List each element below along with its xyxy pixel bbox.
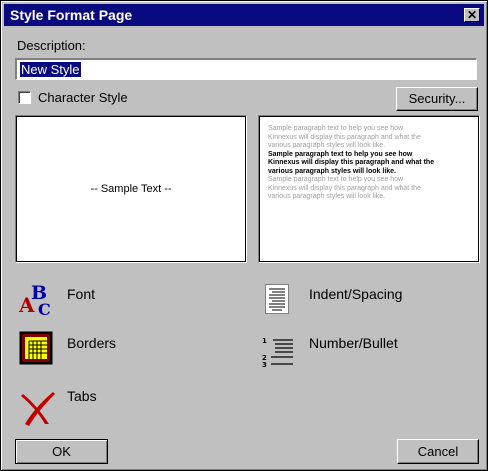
paragraph-line: Sample paragraph text to help you see ho… [268, 150, 413, 158]
paragraph-line: Sample paragraph text to help you see ho… [268, 125, 404, 132]
svg-text:1: 1 [262, 337, 267, 345]
borders-label[interactable]: Borders [67, 335, 116, 351]
font-abc-icon[interactable]: B A C [19, 281, 53, 317]
sample-text-preview: -- Sample Text -- [15, 115, 247, 263]
paragraph-line: various paragraph styles will look like. [268, 167, 396, 175]
font-label[interactable]: Font [67, 286, 95, 302]
paragraph-line: various paragraph styles will look like. [268, 142, 386, 149]
description-field[interactable]: New Style [15, 58, 477, 80]
paragraph-line: Kinnexus will display this paragraph and… [268, 184, 421, 192]
title-bar[interactable]: Style Format Page ✕ [4, 4, 484, 26]
description-label: Description: [17, 38, 86, 53]
window-title: Style Format Page [10, 7, 133, 23]
close-button[interactable]: ✕ [464, 8, 480, 22]
svg-text:C: C [38, 300, 51, 317]
svg-text:A: A [19, 293, 35, 317]
tabs-label[interactable]: Tabs [67, 388, 97, 404]
cancel-button[interactable]: Cancel [397, 439, 479, 464]
svg-text:3: 3 [262, 361, 267, 369]
paragraph-line: Kinnexus will display this paragraph and… [268, 133, 421, 141]
sample-text: -- Sample Text -- [90, 183, 172, 195]
indent-spacing-label[interactable]: Indent/Spacing [309, 286, 402, 302]
borders-icon[interactable] [19, 331, 53, 365]
character-style-checkbox[interactable] [18, 91, 31, 104]
paragraph-line: various paragraph styles will look like. [268, 193, 386, 200]
paragraph-preview: Sample paragraph text to help you see ho… [258, 115, 480, 263]
number-bullet-label[interactable]: Number/Bullet [309, 335, 398, 351]
indent-spacing-icon[interactable] [265, 284, 289, 314]
ok-button[interactable]: OK [15, 439, 108, 464]
security-button[interactable]: Security... [396, 87, 478, 111]
number-bullet-icon[interactable]: 1 2 3 [261, 335, 295, 369]
style-format-dialog: Style Format Page ✕ Description: New Sty… [0, 0, 488, 471]
description-value: New Style [20, 62, 81, 77]
paragraph-line: Sample paragraph text to help you see ho… [268, 176, 404, 183]
paragraph-line: Kinnexus will display this paragraph and… [268, 159, 435, 166]
character-style-label[interactable]: Character Style [38, 90, 128, 105]
paragraph-sample: Sample paragraph text to help you see ho… [268, 125, 473, 202]
tabs-icon[interactable] [19, 386, 57, 426]
